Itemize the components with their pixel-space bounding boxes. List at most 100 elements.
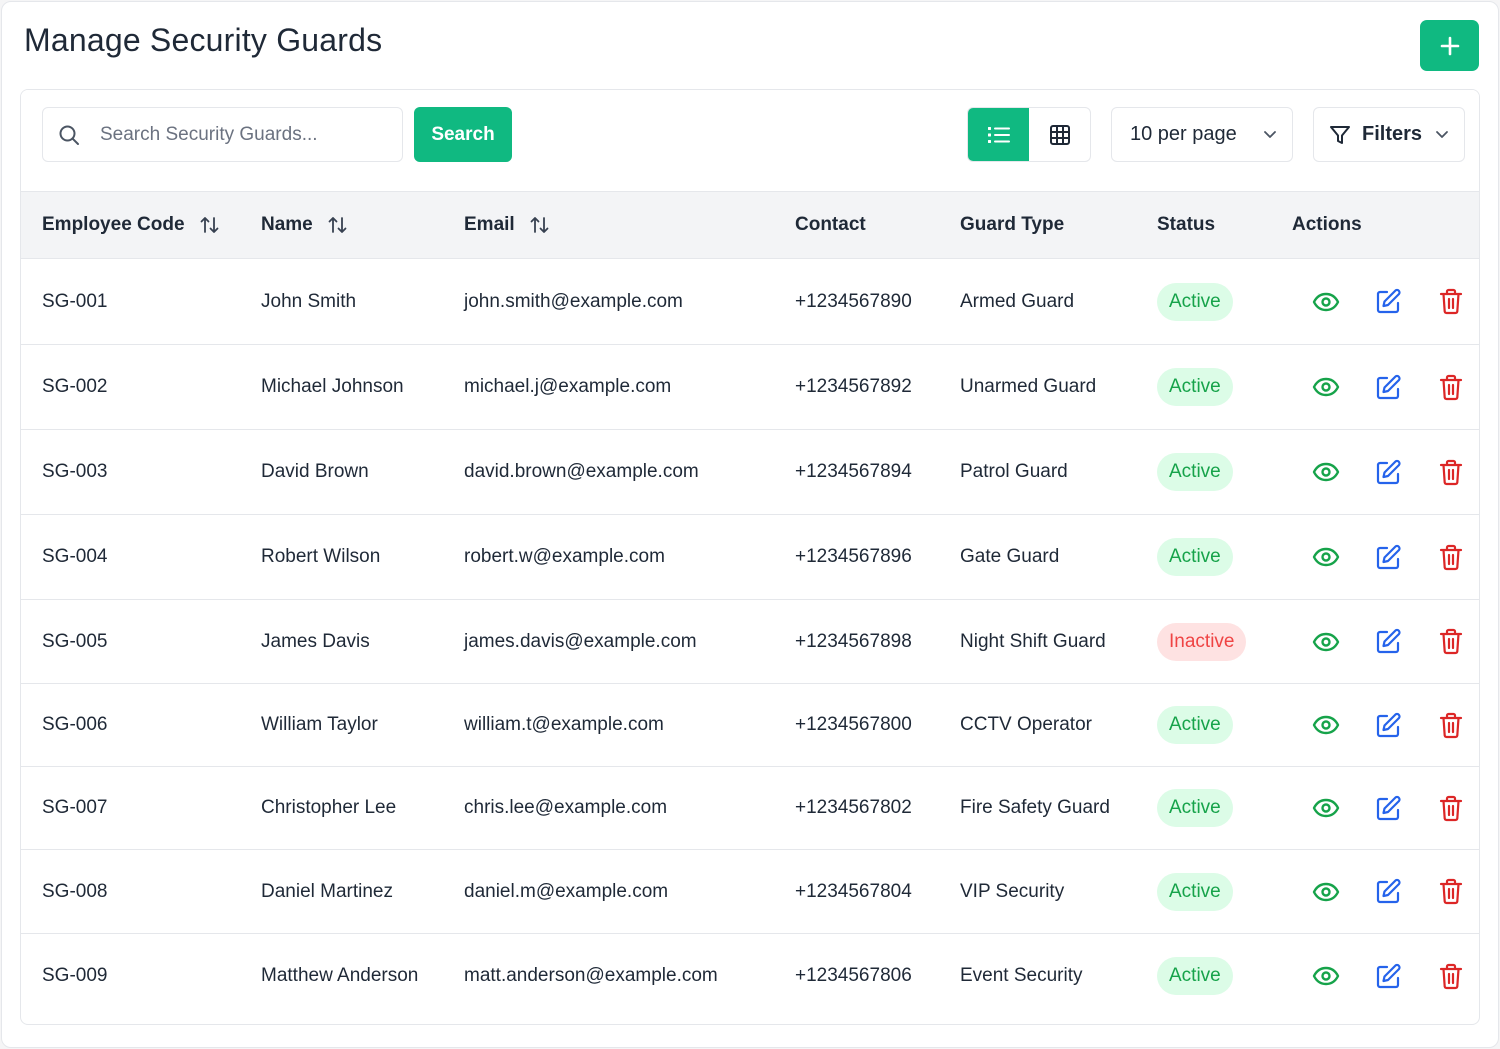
cell-code: SG-006 — [42, 714, 108, 735]
cell-status: Active — [1157, 345, 1292, 430]
eye-icon[interactable] — [1312, 797, 1340, 819]
edit-icon[interactable] — [1375, 963, 1402, 990]
cell-type: Night Shift Guard — [960, 630, 1106, 652]
guards-table: Employee Code Name Email Contact Guard Type S… — [21, 191, 1479, 1019]
cell-name: Michael Johnson — [261, 376, 404, 397]
column-header-label: Guard Type — [960, 214, 1065, 235]
edit-icon[interactable] — [1375, 795, 1402, 822]
eye-icon[interactable] — [1312, 376, 1340, 398]
sort-icon[interactable] — [327, 215, 349, 235]
table-row: SG-007 Christopher Lee chris.lee@example.c… — [21, 767, 1479, 850]
cell-status: Active — [1157, 515, 1292, 600]
trash-icon[interactable] — [1439, 544, 1463, 571]
cell-actions — [1292, 684, 1479, 767]
cell-contact: +1234567890 — [795, 290, 912, 312]
cell-actions — [1292, 430, 1479, 515]
cell-type: VIP Security — [960, 880, 1065, 902]
cell-name: John Smith — [261, 290, 357, 312]
edit-icon[interactable] — [1375, 459, 1402, 486]
column-header-guard-type: Guard Type — [960, 191, 1157, 259]
cell-type: CCTV Operator — [960, 714, 1092, 735]
cell-email: james.davis@example.com — [464, 630, 697, 652]
edit-icon[interactable] — [1375, 288, 1402, 315]
cell-status: Inactive — [1157, 600, 1292, 684]
cell-status: Active — [1157, 934, 1292, 1019]
column-header-name[interactable]: Name — [261, 191, 464, 259]
status-badge: Inactive — [1157, 622, 1247, 661]
grid-view-button[interactable] — [1029, 108, 1090, 161]
column-header-employee-code[interactable]: Employee Code — [21, 191, 261, 259]
cell-code: SG-002 — [42, 376, 108, 397]
trash-icon[interactable] — [1439, 628, 1463, 655]
status-badge: Active — [1157, 453, 1233, 491]
search-input[interactable] — [98, 122, 382, 147]
cell-status: Active — [1157, 850, 1292, 934]
table-row: SG-004 Robert Wilson robert.w@example.com +… — [21, 515, 1479, 600]
edit-icon[interactable] — [1375, 628, 1402, 655]
filter-icon — [1329, 124, 1351, 146]
table-row: SG-002 Michael Johnson michael.j@example.c… — [21, 345, 1479, 430]
edit-icon[interactable] — [1375, 544, 1402, 571]
cell-contact: +1234567896 — [795, 546, 912, 567]
cell-code: SG-007 — [42, 797, 108, 818]
cell-name: Robert Wilson — [261, 546, 381, 567]
eye-icon[interactable] — [1312, 546, 1340, 568]
cell-actions — [1292, 600, 1479, 684]
eye-icon[interactable] — [1312, 965, 1340, 987]
cell-email: michael.j@example.com — [464, 376, 672, 397]
table-row: SG-008 Daniel Martinez daniel.m@example.co… — [21, 850, 1479, 934]
add-guard-button[interactable] — [1420, 20, 1479, 71]
cell-contact: +1234567898 — [795, 630, 912, 652]
trash-icon[interactable] — [1439, 288, 1463, 315]
search-box[interactable] — [42, 107, 403, 162]
search-button[interactable]: Search — [414, 107, 512, 162]
trash-icon[interactable] — [1439, 878, 1463, 905]
table-row: SG-001 John Smith john.smith@example.com +1… — [21, 259, 1479, 345]
column-header-actions: Actions — [1292, 191, 1479, 259]
eye-icon[interactable] — [1312, 881, 1340, 903]
eye-icon[interactable] — [1312, 461, 1340, 483]
chevron-down-icon — [1434, 126, 1450, 142]
trash-icon[interactable] — [1439, 712, 1463, 739]
cell-code: SG-001 — [42, 290, 108, 312]
cell-email: daniel.m@example.com — [464, 880, 669, 902]
cell-name: Matthew Anderson — [261, 965, 419, 987]
trash-icon[interactable] — [1439, 374, 1463, 401]
cell-actions — [1292, 767, 1479, 850]
cell-contact: +1234567802 — [795, 797, 912, 818]
edit-icon[interactable] — [1375, 374, 1402, 401]
trash-icon[interactable] — [1439, 459, 1463, 486]
cell-email: robert.w@example.com — [464, 546, 665, 567]
list-view-button[interactable] — [968, 108, 1029, 161]
cell-contact: +1234567800 — [795, 714, 912, 735]
cell-code: SG-009 — [42, 965, 108, 987]
column-header-status: Status — [1157, 191, 1292, 259]
table-header-row: Employee Code Name Email Contact Guard Type S… — [21, 191, 1479, 259]
column-header-content: Name — [261, 214, 464, 236]
eye-icon[interactable] — [1312, 714, 1340, 736]
row-actions — [1292, 459, 1479, 486]
eye-icon[interactable] — [1312, 291, 1340, 313]
table-row: SG-005 James Davis james.davis@example.com… — [21, 600, 1479, 684]
column-header-email[interactable]: Email — [464, 191, 795, 259]
cell-type: Patrol Guard — [960, 461, 1068, 482]
column-header-label: Employee Code — [42, 214, 185, 235]
edit-icon[interactable] — [1375, 878, 1402, 905]
grid-icon — [1049, 124, 1070, 145]
cell-type: Armed Guard — [960, 290, 1075, 312]
filters-button[interactable]: Filters — [1313, 107, 1465, 162]
status-badge: Active — [1157, 789, 1233, 827]
sort-icon[interactable] — [529, 215, 551, 235]
cell-name: Daniel Martinez — [261, 880, 393, 902]
cell-contact: +1234567804 — [795, 880, 912, 902]
cell-contact: +1234567892 — [795, 376, 912, 397]
cell-code: SG-003 — [42, 461, 108, 482]
edit-icon[interactable] — [1375, 712, 1402, 739]
per-page-select[interactable]: 10 per page — [1111, 107, 1293, 162]
table-body: SG-001 John Smith john.smith@example.com +1… — [21, 259, 1479, 1019]
column-header-content: Actions — [1292, 214, 1479, 236]
eye-icon[interactable] — [1312, 631, 1340, 653]
sort-icon[interactable] — [199, 215, 221, 235]
trash-icon[interactable] — [1439, 963, 1463, 990]
trash-icon[interactable] — [1439, 795, 1463, 822]
